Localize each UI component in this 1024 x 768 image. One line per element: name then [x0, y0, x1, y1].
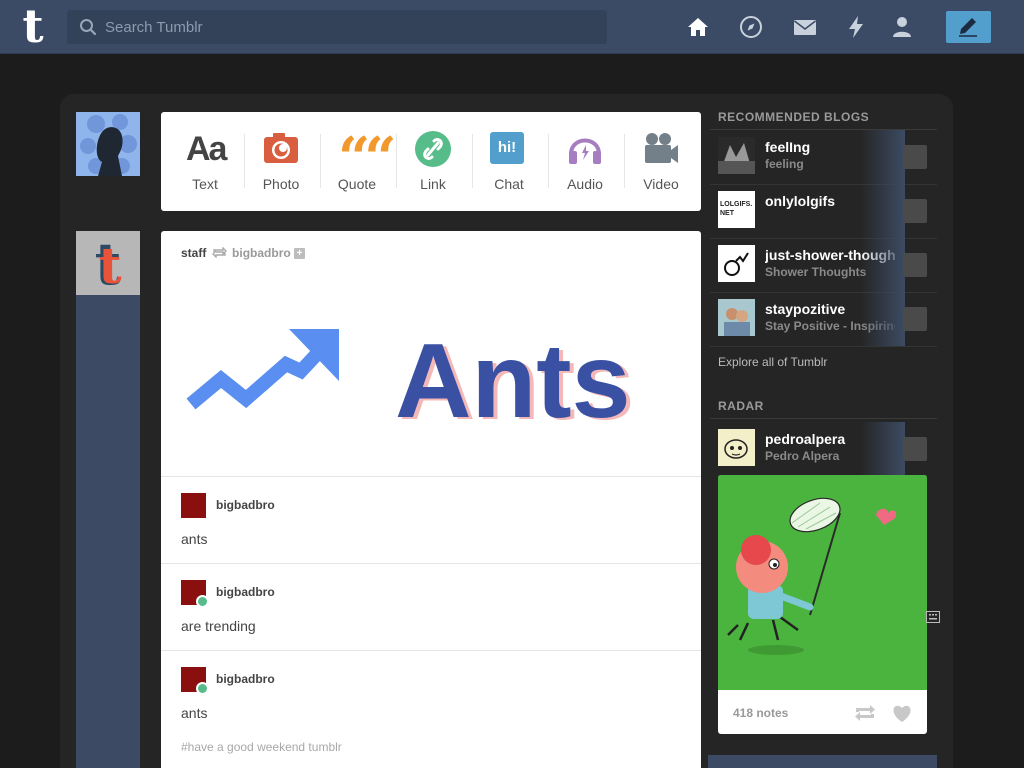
recommended-blog-row[interactable]: feelIng feeling [710, 130, 937, 184]
thread-item: bigbadbro ants [161, 476, 701, 563]
thread-avatar[interactable] [181, 667, 209, 695]
link-chain-icon [415, 131, 451, 167]
silhouette-avatar-icon [76, 112, 140, 176]
thread-avatar[interactable] [181, 493, 206, 518]
post-author-link[interactable]: staff [181, 246, 206, 260]
radar-blog-row[interactable]: pedroalpera Pedro Alpera [710, 422, 937, 476]
radar-post-card: 418 notes [718, 475, 927, 734]
fade-overlay [860, 422, 905, 476]
avatar-column-strip [76, 295, 140, 768]
post-type-text[interactable]: Aa Text [167, 112, 243, 211]
follow-button[interactable] [903, 253, 927, 277]
fade-overlay [860, 130, 905, 184]
inbox-envelope-icon[interactable] [793, 15, 817, 39]
radar-illustration[interactable] [718, 475, 927, 690]
explore-compass-icon[interactable] [739, 15, 763, 39]
text-aa-icon: Aa [186, 130, 227, 168]
blog-avatar[interactable] [718, 299, 755, 336]
thread-avatar[interactable] [181, 580, 209, 608]
radar-title: RADAR [718, 399, 764, 413]
follow-button[interactable] [903, 199, 927, 223]
thread-author[interactable]: bigbadbro [216, 498, 275, 512]
thread-text: ants [181, 531, 208, 547]
tumblr-logo[interactable]: t [16, 3, 50, 49]
notes-count[interactable]: 418 notes [733, 706, 788, 720]
reblog-arrow-icon [211, 246, 227, 259]
thread-text: are trending [181, 618, 256, 634]
staff-blog-avatar[interactable]: t t [76, 230, 140, 298]
sidebar-bottom-strip [708, 755, 937, 768]
post-type-bar: Aa Text Photo ““ Quote Link hi! Chat Aud… [161, 112, 701, 211]
tumblr-t-avatar-icon: t t [95, 230, 122, 298]
post-header: staff bigbadbro + [181, 246, 306, 262]
reblogged-from-link[interactable]: bigbadbro [232, 246, 291, 260]
trending-ants-image: Ants Ants [186, 322, 635, 429]
recommended-blog-row[interactable]: LOLGIFS. NET onlylolgifs [710, 184, 937, 238]
explore-link[interactable]: Explore all of Tumblr [718, 355, 827, 369]
reblog-icon[interactable] [854, 704, 876, 722]
recommended-blogs-title: RECOMMENDED BLOGS [718, 110, 870, 124]
post-type-audio[interactable]: Audio [547, 112, 623, 211]
fade-overlay [860, 238, 905, 292]
account-person-icon[interactable] [890, 15, 914, 39]
post-type-link[interactable]: Link [395, 112, 471, 211]
search-input[interactable] [105, 10, 595, 44]
post-type-photo[interactable]: Photo [243, 112, 319, 211]
blog-avatar[interactable]: LOLGIFS. NET [718, 191, 755, 228]
heart-like-icon[interactable] [891, 704, 913, 723]
my-avatar[interactable] [76, 112, 140, 176]
follow-button[interactable] [903, 145, 927, 169]
dashboard-post: staff bigbadbro + Ants Ants bigbadbro an… [161, 231, 701, 768]
svg-text:t: t [98, 236, 121, 295]
thread-author[interactable]: bigbadbro [216, 585, 275, 599]
chat-bubble-icon: hi! [490, 132, 524, 164]
follow-button[interactable] [903, 437, 927, 461]
recommended-blog-row[interactable]: staypozitive Stay Positive - Inspiring [710, 292, 937, 346]
fade-overlay [860, 184, 905, 238]
search-icon [80, 19, 97, 36]
top-bar: t [0, 0, 1024, 54]
reblog-badge-icon [196, 682, 209, 695]
follow-button[interactable] [903, 307, 927, 331]
activity-lightning-icon[interactable] [844, 15, 868, 39]
divider [710, 346, 937, 347]
blog-avatar[interactable] [718, 429, 755, 466]
quote-marks-icon: ““ [338, 125, 396, 191]
post-type-chat[interactable]: hi! Chat [471, 112, 547, 211]
blog-avatar[interactable] [718, 245, 755, 282]
blog-avatar[interactable] [718, 137, 755, 174]
search-box[interactable] [67, 10, 607, 44]
compose-button[interactable] [946, 11, 991, 43]
reblog-badge-icon [196, 595, 209, 608]
compose-pencil-icon [959, 18, 977, 37]
camera-icon [264, 133, 298, 163]
divider [710, 418, 937, 419]
follow-plus-icon[interactable]: + [294, 248, 306, 260]
headphones-icon [569, 138, 601, 164]
thread-item: bigbadbro ants [161, 650, 701, 737]
thread-text: ants [181, 705, 208, 721]
trending-arrow-icon [186, 329, 339, 410]
thread-item: bigbadbro are trending [161, 563, 701, 650]
recommended-blog-row[interactable]: just-shower-thoughts Shower Thoughts [710, 238, 937, 292]
keyboard-shortcuts-icon[interactable] [926, 611, 940, 623]
post-type-quote[interactable]: ““ Quote [319, 112, 397, 211]
post-type-video[interactable]: Video [623, 112, 699, 211]
ants-image-text: Ants [395, 322, 631, 429]
home-icon[interactable] [686, 15, 710, 39]
video-camera-icon [645, 133, 678, 163]
thread-author[interactable]: bigbadbro [216, 672, 275, 686]
fade-overlay [860, 292, 905, 346]
post-tags[interactable]: #have a good weekend tumblr [181, 740, 342, 754]
